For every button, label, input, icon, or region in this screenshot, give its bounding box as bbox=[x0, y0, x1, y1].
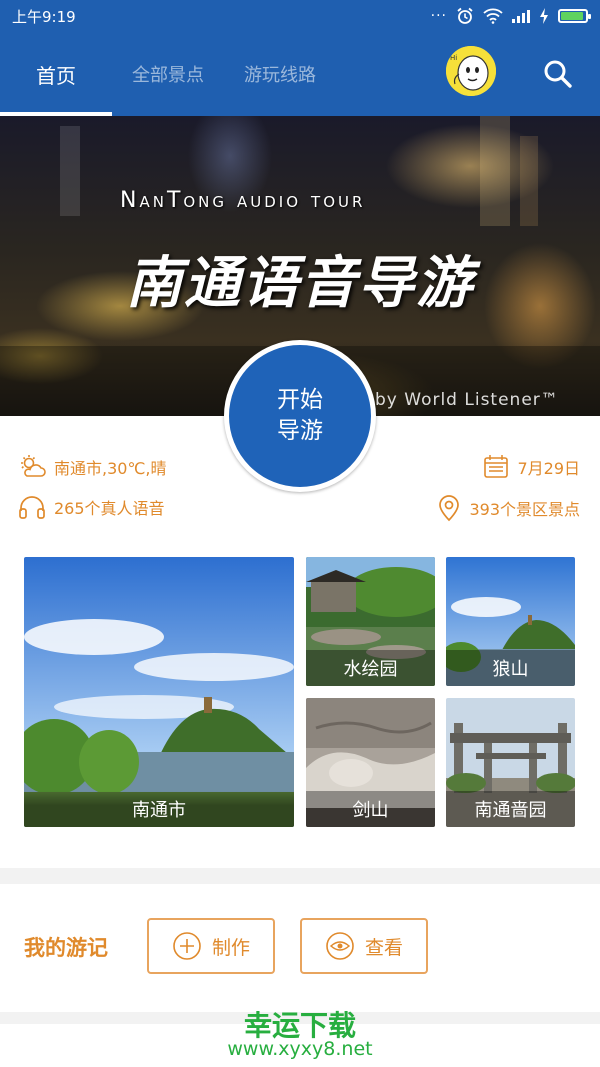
tile-shuihui-garden-label: 水绘园 bbox=[343, 659, 398, 680]
tile-seyuan[interactable]: 南通啬园 bbox=[446, 698, 575, 827]
start-tour-line2: 导游 bbox=[277, 418, 323, 444]
tab-routes-label: 游玩线路 bbox=[244, 65, 316, 86]
tile-jianshan-label: 剑山 bbox=[352, 800, 389, 821]
voices-text: 265个真人语音 bbox=[54, 499, 165, 518]
journal-title: 我的游记 bbox=[24, 936, 108, 960]
tile-langshan[interactable]: 狼山 bbox=[446, 557, 575, 686]
weather-info: 南通市,30℃,晴 bbox=[18, 454, 167, 480]
avatar[interactable]: Hi bbox=[446, 46, 496, 96]
make-journal-button[interactable]: 制作 bbox=[147, 918, 275, 974]
make-journal-label: 制作 bbox=[211, 936, 250, 959]
spots-text: 393个景区景点 bbox=[469, 500, 580, 519]
eye-icon bbox=[326, 932, 354, 960]
charging-icon bbox=[540, 8, 548, 24]
svg-text:Hi: Hi bbox=[450, 54, 457, 62]
plus-circle-icon bbox=[173, 932, 201, 960]
spots-info: 393个景区景点 bbox=[437, 494, 580, 522]
headphones-icon bbox=[19, 496, 45, 519]
tile-jianshan[interactable]: 剑山 bbox=[306, 698, 435, 827]
view-journal-label: 查看 bbox=[364, 936, 403, 959]
start-tour-line1: 开始 bbox=[277, 387, 323, 413]
date-info: 7月29日 bbox=[483, 454, 580, 480]
search-icon bbox=[544, 60, 572, 88]
status-time: 上午9:19 bbox=[12, 7, 76, 26]
tile-nantong-city-label: 南通市 bbox=[132, 800, 186, 821]
tile-shuihui-garden[interactable]: 水绘园 bbox=[306, 557, 435, 686]
weather-partly-sunny-icon bbox=[21, 455, 46, 477]
tile-langshan-label: 狼山 bbox=[492, 659, 529, 680]
app-bar: 首页 全部景点 游玩线路 Hi bbox=[0, 32, 600, 116]
voices-info: 265个真人语音 bbox=[18, 494, 165, 520]
calendar-icon bbox=[484, 455, 509, 478]
location-pin-icon bbox=[439, 495, 460, 522]
tab-all-spots-label: 全部景点 bbox=[132, 65, 204, 86]
status-bar: 上午9:19 ··· bbox=[0, 0, 600, 32]
tile-seyuan-label: 南通啬园 bbox=[474, 800, 547, 821]
start-tour-button[interactable]: 开始 导游 bbox=[224, 340, 376, 492]
search-button[interactable] bbox=[538, 54, 578, 94]
tab-home[interactable]: 首页 bbox=[0, 32, 112, 116]
tab-home-label: 首页 bbox=[36, 63, 76, 88]
view-journal-button[interactable]: 查看 bbox=[300, 918, 428, 974]
dots-icon: ··· bbox=[430, 8, 447, 24]
signal-icon bbox=[512, 9, 530, 23]
battery-icon bbox=[558, 9, 591, 23]
wifi-icon bbox=[483, 8, 503, 24]
banner-title-en: NanTong audio tour bbox=[120, 188, 366, 213]
status-icons: ··· bbox=[430, 7, 591, 25]
banner-title-cn: 南通语音导游 bbox=[126, 250, 474, 316]
cartoon-avatar-icon: Hi bbox=[446, 46, 496, 96]
nantong-city-photo bbox=[24, 557, 294, 827]
date-text: 7月29日 bbox=[517, 459, 580, 478]
watermark-url: www.xyxy8.net bbox=[227, 1038, 373, 1060]
weather-text: 南通市,30℃,晴 bbox=[54, 459, 167, 478]
tab-routes[interactable]: 游玩线路 bbox=[236, 32, 324, 116]
tab-all-spots[interactable]: 全部景点 bbox=[116, 32, 220, 116]
alarm-icon bbox=[457, 7, 473, 24]
tile-nantong-city[interactable]: 南通市 bbox=[24, 557, 294, 827]
banner-credit: by World Listener™ bbox=[375, 390, 559, 410]
my-journal-card: 我的游记 制作 查看 bbox=[0, 884, 600, 1012]
